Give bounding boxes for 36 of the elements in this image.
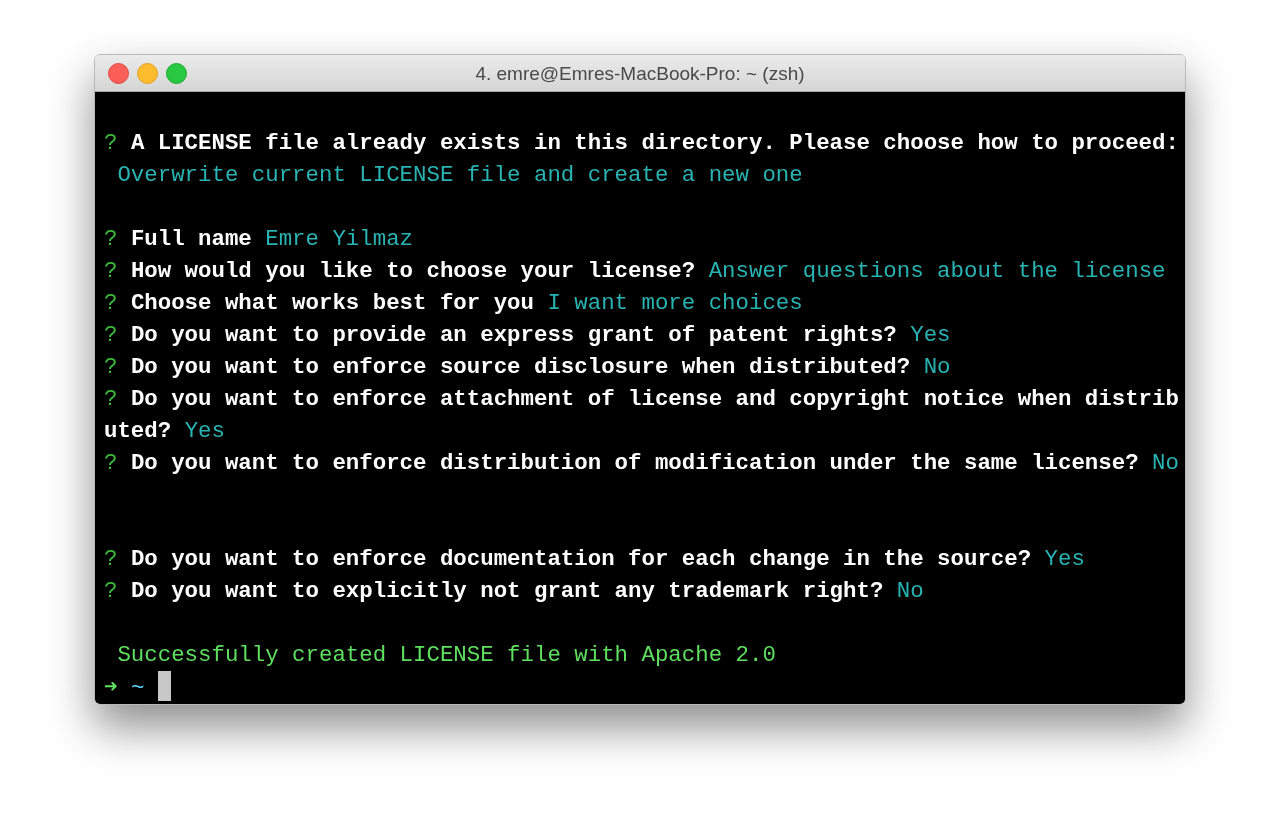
prompt-mark: ? [104,258,118,284]
prompt-mark: ? [104,322,118,348]
prompt-answer: Answer questions about the license [708,258,1166,284]
minimize-button[interactable] [137,63,158,84]
prompt-answer: No [1152,450,1179,476]
prompt-question: Do you want to enforce distribution of modification under the same license? [130,450,1139,476]
prompt-mark: ? [104,226,118,252]
zoom-button[interactable] [166,63,187,84]
prompt-mark: ? [104,290,118,316]
prompt-arrow: ➜ [104,675,118,701]
prompt-answer: No [896,578,924,604]
window-title: 4. emre@Emres-MacBook-Pro: ~ (zsh) [475,61,805,86]
close-button[interactable] [108,63,129,84]
prompt-answer: Emre Yilmaz [265,226,414,252]
prompt-question: A LICENSE file already exists in this directory. Please choose how to proceed: [130,130,1179,156]
prompt-question: How would you like to choose your license? [130,258,696,284]
prompt-answer: No [923,354,951,380]
prompt-question: Choose what works best for you [130,290,534,316]
prompt-mark: ? [104,354,118,380]
prompt-question: Full name [130,226,252,252]
prompt-mark: ? [104,578,118,604]
prompt-mark: ? [104,546,118,572]
prompt-question: Do you want to enforce source disclosure when distributed? [130,354,911,380]
prompt-answer: Overwrite current LICENSE file and create a new one [116,162,803,188]
prompt-question: Do you want to provide an express grant of patent rights? [130,322,897,348]
prompt-answer: Yes [1044,546,1085,572]
prompt-question: Do you want to explicitly not grant any trademark right? [130,578,884,604]
prompt-answer: Yes [910,322,951,348]
text-cursor [157,671,171,701]
prompt-question: Do you want to enforce documentation for each change in the source? [130,546,1032,572]
prompt-line: ? Do you want to enforce attachment of license and copyright notice when distributed? Yes [104,385,1179,446]
prompt-mark: ? [104,130,118,156]
prompt-mark: ? [104,450,118,476]
current-directory: ~ [130,675,145,701]
success-message: Successfully created LICENSE file with Apache 2.0 [117,642,776,668]
prompt-answer: I want more choices [547,290,803,316]
